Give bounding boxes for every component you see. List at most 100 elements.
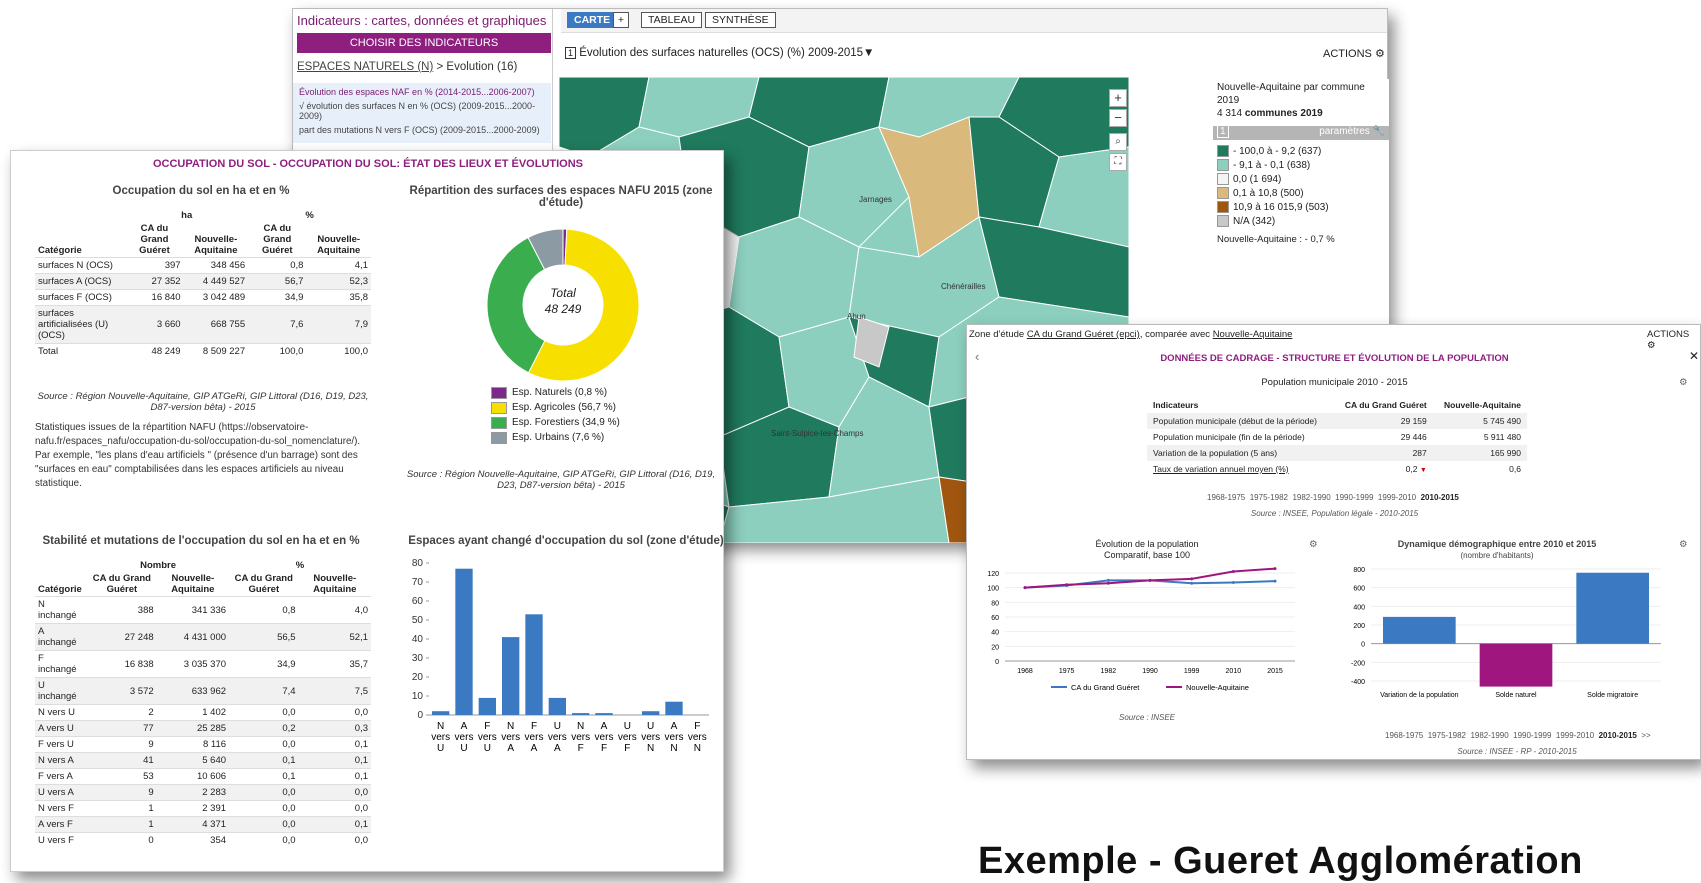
x-tick-label: N: [507, 721, 514, 732]
x-tick-label: F: [601, 743, 607, 754]
gear-icon[interactable]: ⚙: [1679, 539, 1688, 550]
y-tick-label: 60: [412, 596, 424, 607]
add-map-button[interactable]: +: [613, 12, 629, 28]
period-link[interactable]: 1999-2010: [1556, 731, 1594, 740]
cell: 35,8: [306, 289, 371, 306]
next-periods-link[interactable]: >>: [1641, 731, 1650, 740]
tab-tableau[interactable]: TABLEAU: [641, 12, 703, 28]
pie-legend-item[interactable]: Esp. Urbains (7,6 %): [491, 430, 620, 445]
cell: 29 446: [1400, 432, 1427, 442]
place-label: Ahun: [847, 312, 866, 321]
x-tick-label: vers: [665, 732, 684, 743]
cell: 0,0: [298, 704, 371, 721]
y-tick-label: -400: [1351, 679, 1365, 686]
period-link[interactable]: 1975-1982: [1250, 493, 1288, 502]
pie-legend-label: Esp. Agricoles (56,7 %): [512, 402, 616, 413]
period-link[interactable]: 1968-1975: [1385, 731, 1423, 740]
cell: 8 509 227: [183, 343, 249, 359]
cell: 0,1: [298, 752, 371, 769]
legend-class[interactable]: 10,9 à 16 015,9 (503): [1217, 200, 1389, 214]
tab-synthese[interactable]: SYNTHÈSE: [705, 12, 776, 28]
params-label: paramètres: [1319, 126, 1370, 137]
zoom-in-button[interactable]: +: [1109, 89, 1127, 107]
line-source: Source : INSEE: [1118, 713, 1176, 722]
period-link-active[interactable]: 2010-2015: [1421, 493, 1459, 502]
occupation-table: ha% Catégorie CA du Grand Guéret Nouvelle-…: [35, 209, 371, 359]
x-tick-label: U: [437, 743, 444, 754]
pie-legend-item[interactable]: Esp. Forestiers (34,9 %): [491, 415, 620, 430]
period-link[interactable]: 1975-1982: [1428, 731, 1466, 740]
row-label: surfaces artificialisées (U) (OCS): [35, 305, 126, 344]
table-row: surfaces artificialisées (U) (OCS) 3 660 6…: [35, 305, 371, 344]
period-link[interactable]: 1982-1990: [1292, 493, 1330, 502]
x-tick-label: A: [601, 721, 608, 732]
zone-link[interactable]: CA du Grand Guéret (epci): [1027, 329, 1140, 340]
x-tick-label: 1990: [1142, 668, 1158, 675]
slide-title: Exemple - Gueret Agglomération: [978, 840, 1583, 882]
legend-count: 4 314: [1217, 108, 1245, 119]
period-selector-2: 1968-1975 1975-1982 1982-1990 1990-1999 …: [1385, 731, 1651, 740]
map-title[interactable]: 1 Évolution des surfaces naturelles (OCS…: [565, 47, 874, 59]
bar: [525, 614, 543, 715]
actions-menu[interactable]: ACTIONS ⚙: [1647, 329, 1700, 351]
period-link[interactable]: 1990-1999: [1335, 493, 1373, 502]
list-item[interactable]: √ évolution des surfaces N en % (OCS) (2…: [299, 101, 545, 121]
table-row: A inchangé 27 248 4 431 000 56,5 52,1: [35, 623, 371, 651]
cell: 9: [87, 736, 157, 753]
period-selector: 1968-1975 1975-1982 1982-1990 1990-1999 …: [1207, 493, 1459, 502]
fullscreen-icon[interactable]: ⛶: [1109, 153, 1127, 171]
tab-carte[interactable]: CARTE: [567, 12, 618, 28]
legend-class[interactable]: 0,0 (1 694): [1217, 172, 1389, 186]
period-link[interactable]: 1990-1999: [1513, 731, 1551, 740]
choose-indicators-button[interactable]: CHOISIR DES INDICATEURS: [297, 33, 551, 53]
y-tick-label: 30: [412, 653, 424, 664]
x-tick-label: Solde naturel: [1495, 692, 1537, 699]
list-item[interactable]: Évolution des espaces NAF en % (2014-201…: [299, 87, 545, 97]
legend-swatch: [491, 401, 507, 414]
pie-center-value: 48 249: [544, 302, 582, 316]
cell: 8 116: [156, 736, 230, 753]
pie-legend-item[interactable]: Esp. Agricoles (56,7 %): [491, 400, 620, 415]
row-label: F vers U: [35, 736, 88, 753]
breadcrumb-link[interactable]: ESPACES NATURELS (N): [297, 61, 433, 73]
zoom-out-button[interactable]: −: [1109, 109, 1127, 127]
compare-link[interactable]: Nouvelle-Aquitaine: [1213, 329, 1293, 340]
pie-legend-item[interactable]: Esp. Naturels (0,8 %): [491, 385, 620, 400]
period-link[interactable]: 1999-2010: [1378, 493, 1416, 502]
y-tick-label: 10: [412, 691, 424, 702]
y-tick-label: 80: [412, 558, 424, 569]
cell: 0,0: [298, 832, 371, 848]
period-link[interactable]: 1982-1990: [1470, 731, 1508, 740]
search-icon[interactable]: ⌕: [1109, 133, 1127, 151]
period-link-active[interactable]: 2010-2015: [1599, 731, 1637, 740]
legend-header[interactable]: 1 paramètres 🔧: [1213, 125, 1389, 140]
x-tick-label: A: [461, 721, 468, 732]
legend-class[interactable]: N/A (342): [1217, 214, 1389, 228]
list-item[interactable]: part des mutations N vers F (OCS) (2009-…: [299, 125, 545, 135]
y-tick-label: 200: [1353, 623, 1365, 630]
y-tick-label: 600: [1353, 586, 1365, 593]
cell: 52,1: [298, 623, 371, 651]
rate-link[interactable]: Taux de variation annuel moyen (%): [1147, 461, 1333, 477]
legend-class[interactable]: - 100,0 à - 9,2 (637): [1217, 144, 1389, 158]
actions-menu[interactable]: ACTIONS ⚙: [1323, 47, 1385, 60]
y-tick-label: 0: [1361, 642, 1365, 649]
section-title: DONNÉES DE CADRAGE - STRUCTURE ET ÉVOLUT…: [1160, 353, 1509, 364]
x-tick-label: vers: [455, 732, 474, 743]
x-tick-label: N: [647, 743, 654, 754]
cell: 5 640: [156, 752, 230, 769]
row-label: Population municipale (début de la pério…: [1147, 413, 1334, 429]
cell: 0,2: [229, 720, 299, 737]
gear-icon[interactable]: ⚙: [1309, 539, 1318, 550]
legend-class[interactable]: - 9,1 à - 0,1 (638): [1217, 158, 1389, 172]
legend-class[interactable]: 0,1 à 10,8 (500): [1217, 186, 1389, 200]
bar: [595, 713, 613, 715]
period-link[interactable]: 1968-1975: [1207, 493, 1245, 502]
bar: [665, 701, 683, 715]
row-label: F inchangé: [35, 650, 88, 678]
cell: 34,9: [248, 289, 307, 306]
zone-prefix: Zone d'étude: [969, 329, 1027, 340]
cell: 4 371: [156, 816, 230, 833]
gear-icon[interactable]: ⚙: [1679, 377, 1688, 388]
legend-classes: - 100,0 à - 9,2 (637) - 9,1 à - 0,1 (638)…: [1213, 144, 1389, 228]
